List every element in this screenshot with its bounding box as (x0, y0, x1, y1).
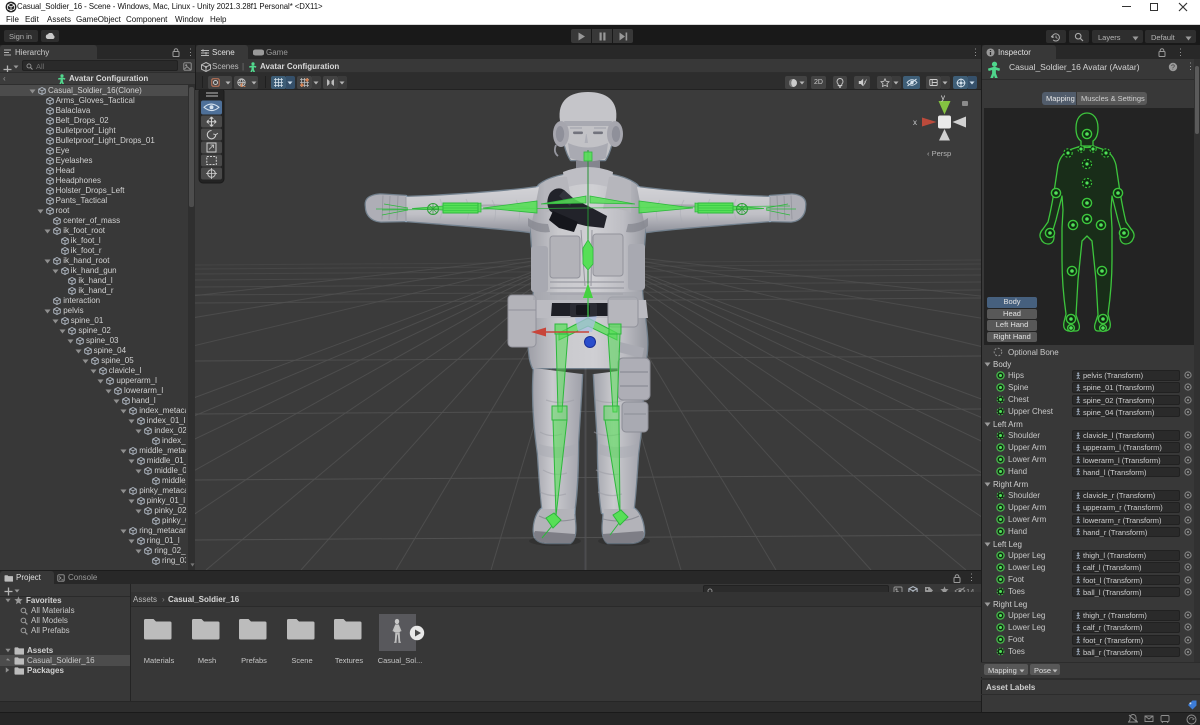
svg-text:?: ? (1171, 65, 1175, 72)
